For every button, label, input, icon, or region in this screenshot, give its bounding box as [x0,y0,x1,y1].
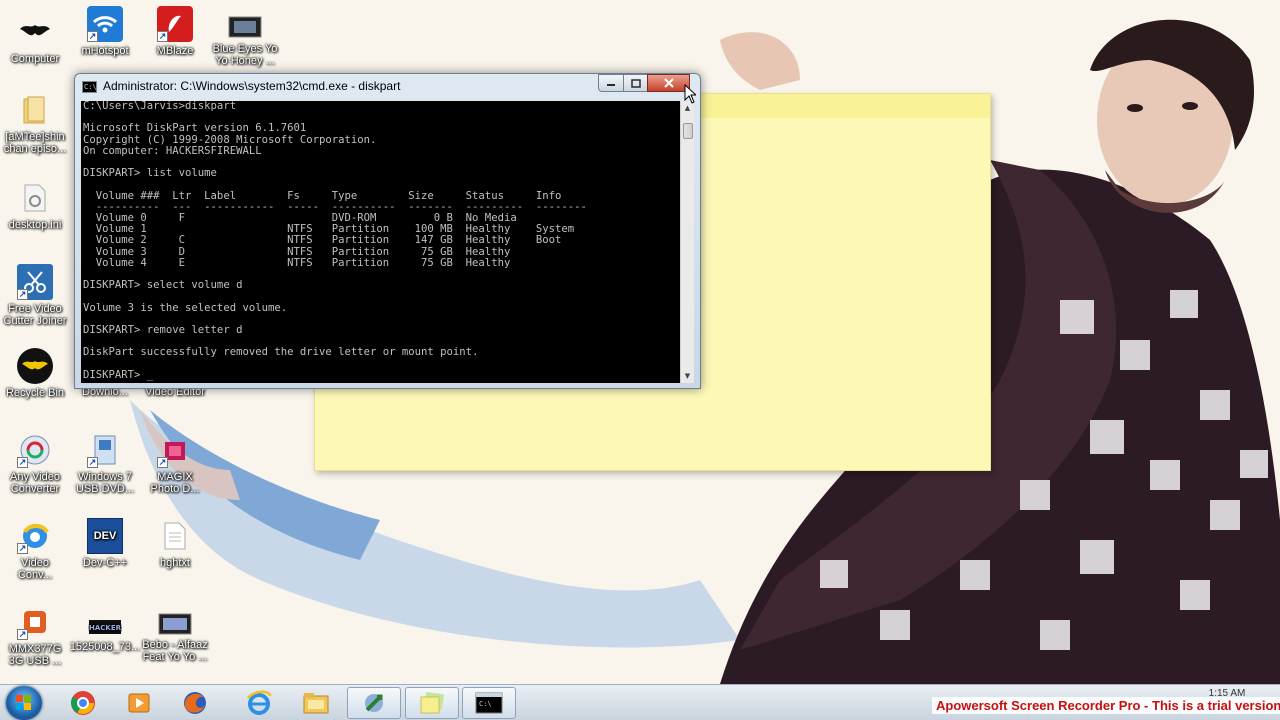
chrome-icon [71,691,95,715]
windows-logo-icon [16,695,31,710]
dev-cpp-icon: DEV [87,518,123,554]
icon-label: mHotspot [81,45,129,57]
icon-label: desktop.ini [8,219,62,231]
modem-icon: ↗ [17,604,53,640]
icon-label: [aMTee]shin chan episo... [3,131,67,155]
free-video-cutter-desktop-icon[interactable]: ↗ Free Video Cutter Joiner [0,264,71,327]
minimize-button[interactable] [598,74,624,92]
taskbar-cmd[interactable]: C:\ [462,687,516,719]
icon-label: Computer [10,53,60,65]
taskbar-file-explorer[interactable] [289,687,343,719]
icon-label: Windows 7 USB DVD... [75,471,135,495]
maximize-button[interactable] [623,74,648,92]
console-output[interactable]: C:\Users\Jarvis>diskpart Microsoft DiskP… [81,101,680,383]
shinchan-folder-desktop-icon[interactable]: [aMTee]shin chan episo... [0,92,71,155]
maximize-icon [630,78,641,88]
hghtxt-desktop-icon[interactable]: hghtxt [139,518,211,569]
cmd-icon: C:\ [475,692,503,714]
taskbar-sticky-notes[interactable] [405,687,459,719]
file-explorer-icon [303,693,329,714]
media-player-icon [128,693,150,713]
recycle-bin-desktop-icon[interactable]: Recycle Bin [0,348,71,399]
icon-label: Dev-C++ [82,557,128,569]
firefox-icon [184,692,206,714]
bebo-alfaaz-video-desktop-icon[interactable]: Bebo - Alfaaz Feat Yo Yo ... [139,612,211,663]
start-button[interactable] [6,686,42,720]
window-titlebar[interactable]: C:\ Administrator: C:\Windows\system32\c… [75,74,700,100]
icon-label: Free Video Cutter Joiner [3,303,67,327]
computer-icon [17,14,53,50]
dev-cpp-desktop-icon[interactable]: DEV Dev-C++ [69,518,141,569]
icon-label: MAGIX Photo D... [150,471,200,495]
wifi-icon: ↗ [87,6,123,42]
magix-icon: ↗ [157,432,193,468]
text-file-icon [157,518,193,554]
vertical-scrollbar[interactable]: ▲ ▼ [680,101,694,383]
icon-label: MMX377G 3G USB ... [8,643,62,667]
magix-photo-desktop-icon[interactable]: ↗ MAGIX Photo D... [139,432,211,495]
close-icon [663,78,674,88]
mblaze-desktop-icon[interactable]: ↗ MBlaze [139,6,211,57]
internet-explorer-icon [247,690,272,715]
windows7-usb-tool-desktop-icon[interactable]: ↗ Windows 7 USB DVD... [69,432,141,495]
taskbar-media-player[interactable] [112,687,166,719]
icon-label: Video Conv... [17,557,53,581]
icon-label: hghtxt [160,557,190,569]
icon-label: 1525008_73... [69,641,141,653]
any-video-converter-desktop-icon[interactable]: ↗ Any Video Converter [0,432,71,495]
desktop-ini-desktop-icon[interactable]: desktop.ini [0,180,71,231]
svg-text:HACKER: HACKER [89,624,122,632]
mmx377g-modem-desktop-icon[interactable]: ↗ MMX377G 3G USB ... [0,604,71,667]
taskbar-firefox[interactable] [168,687,222,719]
console-text: C:\Users\Jarvis>diskpart Microsoft DiskP… [83,101,587,381]
icon-label: MBlaze [156,45,194,57]
svg-text:C:\: C:\ [479,700,492,708]
mouse-pointer-icon [684,84,696,104]
icon-label: Any Video Converter [10,471,60,495]
folder-icon [17,92,53,128]
recorder-watermark: Apowersoft Screen Recorder Pro - This is… [932,697,1280,714]
scrollbar-thumb[interactable] [683,123,693,139]
scroll-down-icon[interactable]: ▼ [681,369,694,383]
mblaze-icon: ↗ [157,6,193,42]
taskbar-chrome[interactable] [56,687,110,719]
video-converter-desktop-icon[interactable]: ↗ Video Conv... [0,518,71,581]
icon-label: Bebo - Alfaaz Feat Yo Yo ... [142,639,208,663]
blue-eyes-video-desktop-icon[interactable]: Blue Eyes Yo Yo Honey ... [209,14,281,67]
mhotspot-desktop-icon[interactable]: ↗ mHotspot [69,6,141,57]
settings-file-icon [17,180,53,216]
video-file-icon [157,612,193,636]
video-converter-icon: ↗ [17,432,53,468]
sticky-notes-icon [420,691,445,714]
ie-style-converter-icon: ↗ [17,518,53,554]
image-file-desktop-icon[interactable]: HACKER 1525008_73... [69,616,141,653]
cmd-window[interactable]: C:\ Administrator: C:\Windows\system32\c… [74,73,701,389]
cmd-window-icon[interactable]: C:\ [82,81,97,93]
usb-dvd-tool-icon: ↗ [87,432,123,468]
scissors-icon: ↗ [17,264,53,300]
computer-desktop-icon[interactable]: Computer [0,14,71,65]
minimize-icon [607,84,615,86]
video-file-icon [227,14,263,40]
icon-label: Recycle Bin [5,387,65,399]
image-thumbnail-icon: HACKER [87,616,123,638]
taskbar-internet-explorer[interactable] [232,687,286,719]
recycle-bin-icon [17,348,53,384]
window-title: Administrator: C:\Windows\system32\cmd.e… [103,79,401,93]
network-tool-icon [365,694,383,712]
taskbar-network-tool[interactable] [347,687,401,719]
icon-label: Blue Eyes Yo Yo Honey ... [212,43,278,67]
